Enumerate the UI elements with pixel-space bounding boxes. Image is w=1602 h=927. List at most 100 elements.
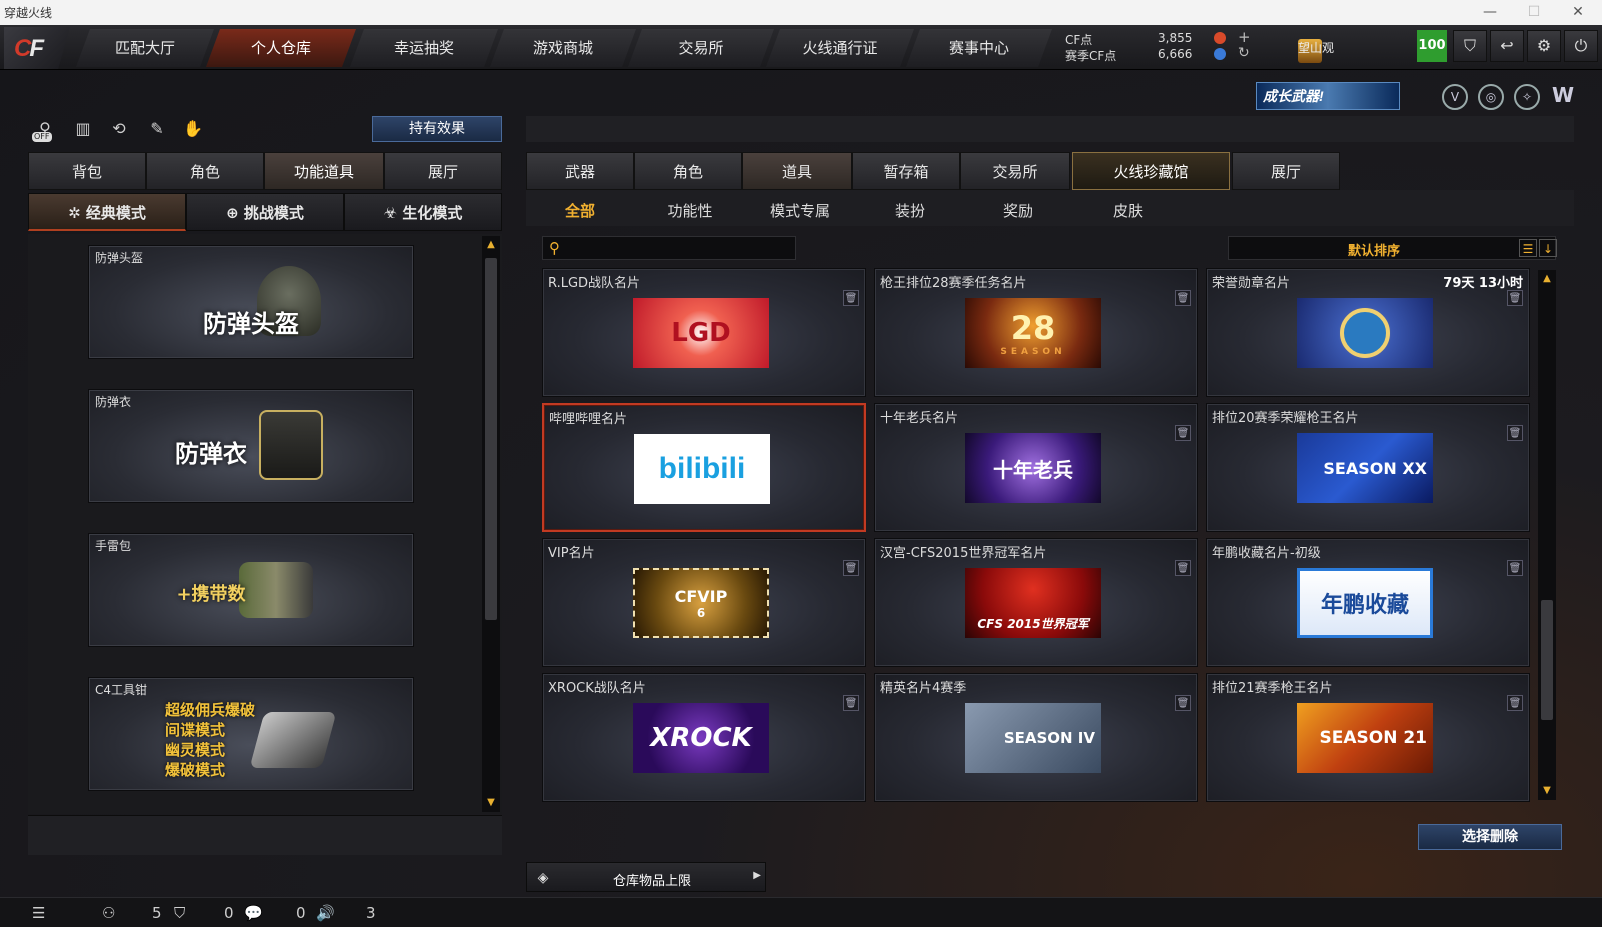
item-name: 手雷包 xyxy=(95,539,132,553)
card-name: 排位20赛季荣耀枪王名片 xyxy=(1212,411,1359,426)
trash-icon[interactable]: 🗑 xyxy=(1507,425,1523,441)
right-tab-character[interactable]: 角色 xyxy=(634,152,742,190)
voice-count: 3 xyxy=(366,904,376,922)
trash-icon[interactable]: 🗑 xyxy=(1175,290,1191,306)
hand-icon[interactable]: ✋ xyxy=(180,116,206,142)
stats-icon[interactable]: ▥ xyxy=(70,116,96,142)
scroll-down-icon[interactable]: ▼ xyxy=(485,796,497,810)
edit-icon[interactable]: ✎ xyxy=(144,116,170,142)
card-ten-year-veteran[interactable]: 十年老兵名片 🗑 十年老兵 xyxy=(874,403,1198,532)
friends-icon[interactable]: ⚇ xyxy=(102,904,115,922)
nav-tab-personal-storage[interactable]: 个人仓库 xyxy=(206,29,356,67)
mode-tab-biochem[interactable]: ☣ 生化模式 xyxy=(344,193,502,231)
trash-icon[interactable]: 🗑 xyxy=(843,695,859,711)
trash-icon[interactable]: 🗑 xyxy=(1175,560,1191,576)
card-honor-medal[interactable]: 荣誉勋章名片 79天 13小时 🗑 xyxy=(1206,268,1530,397)
sub-tab-all[interactable]: 全部 xyxy=(540,200,620,220)
nav-tab-lucky-draw[interactable]: 幸运抽奖 xyxy=(350,29,498,67)
item-card-c4-pliers[interactable]: C4工具钳 超级佣兵爆破 间谍模式 幽灵模式 爆破模式 xyxy=(88,677,414,791)
left-tab-showroom[interactable]: 展厅 xyxy=(384,152,502,190)
minimize-button[interactable]: — xyxy=(1470,1,1510,23)
maximize-button[interactable]: ☐ xyxy=(1514,1,1554,23)
sub-tab-dress-up[interactable]: 装扮 xyxy=(870,200,950,220)
right-tab-collection-hall[interactable]: 火线珍藏馆 xyxy=(1072,152,1230,190)
card-nianpeng[interactable]: 年鹏收藏名片-初级 🗑 年鹏收藏 xyxy=(1206,538,1530,667)
card-elite-s4[interactable]: 精英名片4赛季 🗑 SEASON IV xyxy=(874,673,1198,802)
card-name: 枪王排位28赛季任务名片 xyxy=(880,276,1027,291)
scroll-down-icon[interactable]: ▼ xyxy=(1541,784,1553,798)
right-tab-temp-box[interactable]: 暂存箱 xyxy=(852,152,960,190)
event-icon-1[interactable]: V xyxy=(1442,84,1468,110)
return-icon[interactable]: ↩ xyxy=(1490,30,1524,62)
item-card-vest[interactable]: 防弹衣 防弹衣 xyxy=(88,389,414,503)
left-tab-backpack[interactable]: 背包 xyxy=(28,152,146,190)
clan-icon[interactable]: ⛉ xyxy=(174,904,185,922)
storage-capacity-bar[interactable]: ◈ 仓库物品上限 ▶ xyxy=(526,862,766,892)
card-ranked-28[interactable]: 枪王排位28赛季任务名片 🗑 28 SEASON xyxy=(874,268,1198,397)
refresh-icon[interactable]: ↻ xyxy=(1238,45,1250,61)
trash-icon[interactable]: 🗑 xyxy=(1175,425,1191,441)
nav-tab-match-hall[interactable]: 匹配大厅 xyxy=(76,29,214,67)
shield-icon[interactable]: ⛉ xyxy=(1453,30,1487,62)
list-view-icon[interactable]: ☰ xyxy=(1519,239,1537,257)
history-icon[interactable]: ⟲ xyxy=(106,116,132,142)
select-delete-button[interactable]: 选择删除 xyxy=(1418,824,1562,850)
mode-tab-challenge[interactable]: ⊕ 挑战模式 xyxy=(186,193,344,231)
item-card-helmet[interactable]: 防弹头盔 防弹头盔 xyxy=(88,245,414,359)
trash-icon[interactable]: 🗑 xyxy=(1507,560,1523,576)
right-tab-weapons[interactable]: 武器 xyxy=(526,152,634,190)
speaker-icon[interactable]: 🔊 xyxy=(316,904,335,922)
scroll-thumb[interactable] xyxy=(485,258,497,620)
sort-direction-icon[interactable]: ↓ xyxy=(1539,239,1557,257)
right-tab-showroom[interactable]: 展厅 xyxy=(1232,152,1340,190)
card-vip[interactable]: VIP名片 🗑 CFVIP 6 xyxy=(542,538,866,667)
card-rlgd[interactable]: R.LGD战队名片 🗑 LGD xyxy=(542,268,866,397)
search-input[interactable] xyxy=(571,239,791,257)
right-tab-exchange[interactable]: 交易所 xyxy=(960,152,1070,190)
sub-tab-functional[interactable]: 功能性 xyxy=(650,200,730,220)
nav-tab-battle-pass[interactable]: 火线通行证 xyxy=(766,29,914,67)
right-scrollbar[interactable]: ▲ ▼ xyxy=(1538,270,1556,800)
left-tab-character[interactable]: 角色 xyxy=(146,152,264,190)
mode-tab-classic[interactable]: ✲ 经典模式 xyxy=(28,193,186,231)
card-ranked-20[interactable]: 排位20赛季荣耀枪王名片 🗑 SEASON XX xyxy=(1206,403,1530,532)
card-ranked-21[interactable]: 排位21赛季枪王名片 🗑 SEASON 21 xyxy=(1206,673,1530,802)
growth-weapon-banner[interactable]: 成长武器! xyxy=(1256,82,1400,110)
trash-icon[interactable]: 🗑 xyxy=(1175,695,1191,711)
event-icon-4[interactable]: W xyxy=(1550,84,1576,110)
add-points-icon[interactable]: + xyxy=(1238,28,1251,46)
trash-icon[interactable]: 🗑 xyxy=(843,560,859,576)
sub-tab-rewards[interactable]: 奖励 xyxy=(978,200,1058,220)
left-tab-functional-items[interactable]: 功能道具 xyxy=(264,152,384,190)
trash-icon[interactable]: 🗑 xyxy=(1507,290,1523,306)
trash-icon[interactable]: 🗑 xyxy=(1507,695,1523,711)
event-icon-3[interactable]: ✧ xyxy=(1514,84,1540,110)
nav-tab-exchange[interactable]: 交易所 xyxy=(628,29,774,67)
trash-icon[interactable]: 🗑 xyxy=(843,290,859,306)
event-icon-2[interactable]: ◎ xyxy=(1478,84,1504,110)
nav-tab-event-center[interactable]: 赛事中心 xyxy=(906,29,1052,67)
toggle-icon[interactable]: ⚲ OFF xyxy=(32,116,58,142)
sub-tab-skins[interactable]: 皮肤 xyxy=(1088,200,1168,220)
sub-tab-mode-exclusive[interactable]: 模式专属 xyxy=(758,200,842,220)
scroll-up-icon[interactable]: ▲ xyxy=(485,238,497,252)
sort-dropdown[interactable]: 默认排序 ☰ ↓ xyxy=(1228,236,1557,260)
hold-effect-button[interactable]: 持有效果 xyxy=(372,116,502,142)
scroll-thumb[interactable] xyxy=(1541,600,1553,720)
player-info[interactable]: 望山观 xyxy=(1268,32,1388,63)
menu-icon[interactable]: ☰ xyxy=(32,904,45,922)
nav-tab-game-shop[interactable]: 游戏商城 xyxy=(490,29,636,67)
power-icon[interactable]: ⏻ xyxy=(1564,30,1598,62)
cf-points-value: 3,855 xyxy=(1158,31,1193,45)
card-xrock[interactable]: XROCK战队名片 🗑 XROCK xyxy=(542,673,866,802)
card-bilibili[interactable]: 哔哩哔哩名片 bilibili xyxy=(542,403,866,532)
close-button[interactable]: ✕ xyxy=(1558,1,1598,23)
chat-icon[interactable]: 💬 xyxy=(244,904,263,922)
search-box[interactable]: ⚲ xyxy=(542,236,796,260)
gear-icon[interactable]: ⚙ xyxy=(1527,30,1561,62)
left-scrollbar[interactable]: ▲ ▼ xyxy=(482,236,500,812)
right-tab-items[interactable]: 道具 xyxy=(742,152,852,190)
scroll-up-icon[interactable]: ▲ xyxy=(1541,272,1553,286)
item-card-grenade-pack[interactable]: 手雷包 +携带数 xyxy=(88,533,414,647)
card-cfs2015[interactable]: 汉宫-CFS2015世界冠军名片 🗑 CFS 2015世界冠军 xyxy=(874,538,1198,667)
